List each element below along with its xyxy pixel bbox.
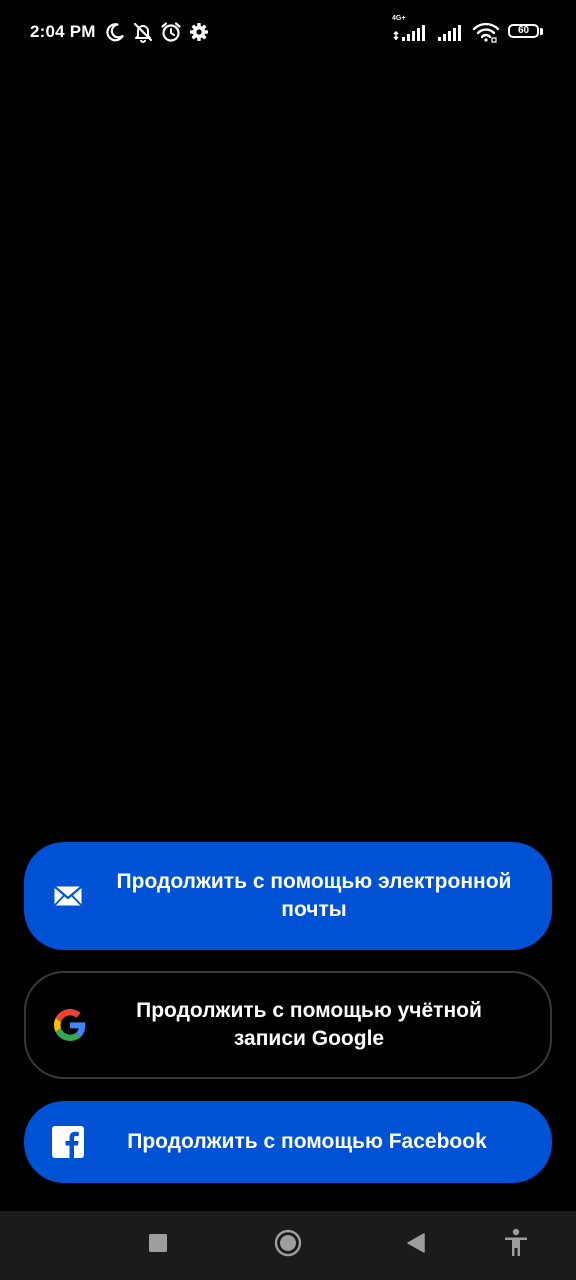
settings-icon: [188, 21, 210, 43]
battery-icon: 60: [508, 24, 544, 40]
accessibility-button[interactable]: [488, 1211, 544, 1280]
status-time: 2:04 PM: [30, 22, 96, 41]
email-icon: [52, 880, 84, 912]
back-icon: [406, 1232, 426, 1259]
email-button-label: Продолжить с помощью электронной почты: [116, 870, 512, 921]
status-right: 4G+ 60: [392, 15, 544, 44]
google-icon: [54, 1009, 86, 1041]
signal-icon: [436, 21, 464, 43]
facebook-button-label: Продолжить с помощью Facebook: [127, 1130, 487, 1153]
status-bar: 2:04 PM 4G+ 60: [0, 0, 576, 64]
continue-with-facebook-button[interactable]: Продолжить с помощью Facebook: [24, 1101, 552, 1183]
battery-level: 60: [517, 25, 530, 36]
status-left: 2:04 PM: [30, 20, 210, 44]
silent-icon: [132, 21, 154, 43]
back-button[interactable]: [388, 1211, 444, 1280]
facebook-icon: [52, 1126, 84, 1158]
recents-icon: [148, 1233, 168, 1258]
moon-icon: [104, 21, 126, 43]
signal-4g-icon: 4G+: [392, 15, 428, 43]
continue-with-google-button[interactable]: Продолжить с помощью учётной записи Goog…: [24, 971, 552, 1079]
navigation-bar: [0, 1211, 576, 1280]
alarm-icon: [160, 21, 182, 43]
accessibility-icon: [503, 1228, 529, 1263]
wifi-icon: [472, 21, 500, 43]
home-button[interactable]: [260, 1211, 316, 1280]
home-icon: [274, 1229, 302, 1262]
recents-button[interactable]: [130, 1211, 186, 1280]
network-label: 4G+: [392, 15, 406, 22]
google-button-label: Продолжить с помощью учётной записи Goog…: [136, 999, 482, 1050]
continue-with-email-button[interactable]: Продолжить с помощью электронной почты: [24, 842, 552, 950]
